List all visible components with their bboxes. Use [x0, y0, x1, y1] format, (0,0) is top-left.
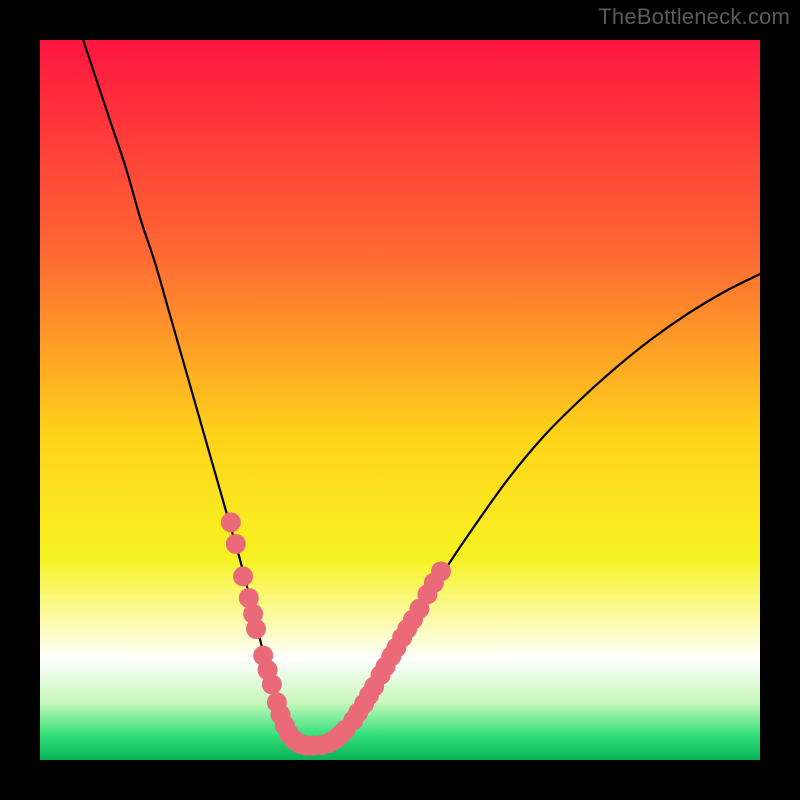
curve-marker — [221, 512, 241, 532]
curve-marker — [233, 566, 253, 586]
chart-frame: TheBottleneck.com — [0, 0, 800, 800]
curve-marker — [431, 561, 451, 581]
curve-marker — [246, 619, 266, 639]
bottleneck-chart-svg — [40, 40, 760, 760]
curve-marker — [226, 534, 246, 554]
plot-area — [40, 40, 760, 760]
watermark-text: TheBottleneck.com — [598, 4, 790, 30]
curve-marker — [262, 674, 282, 694]
